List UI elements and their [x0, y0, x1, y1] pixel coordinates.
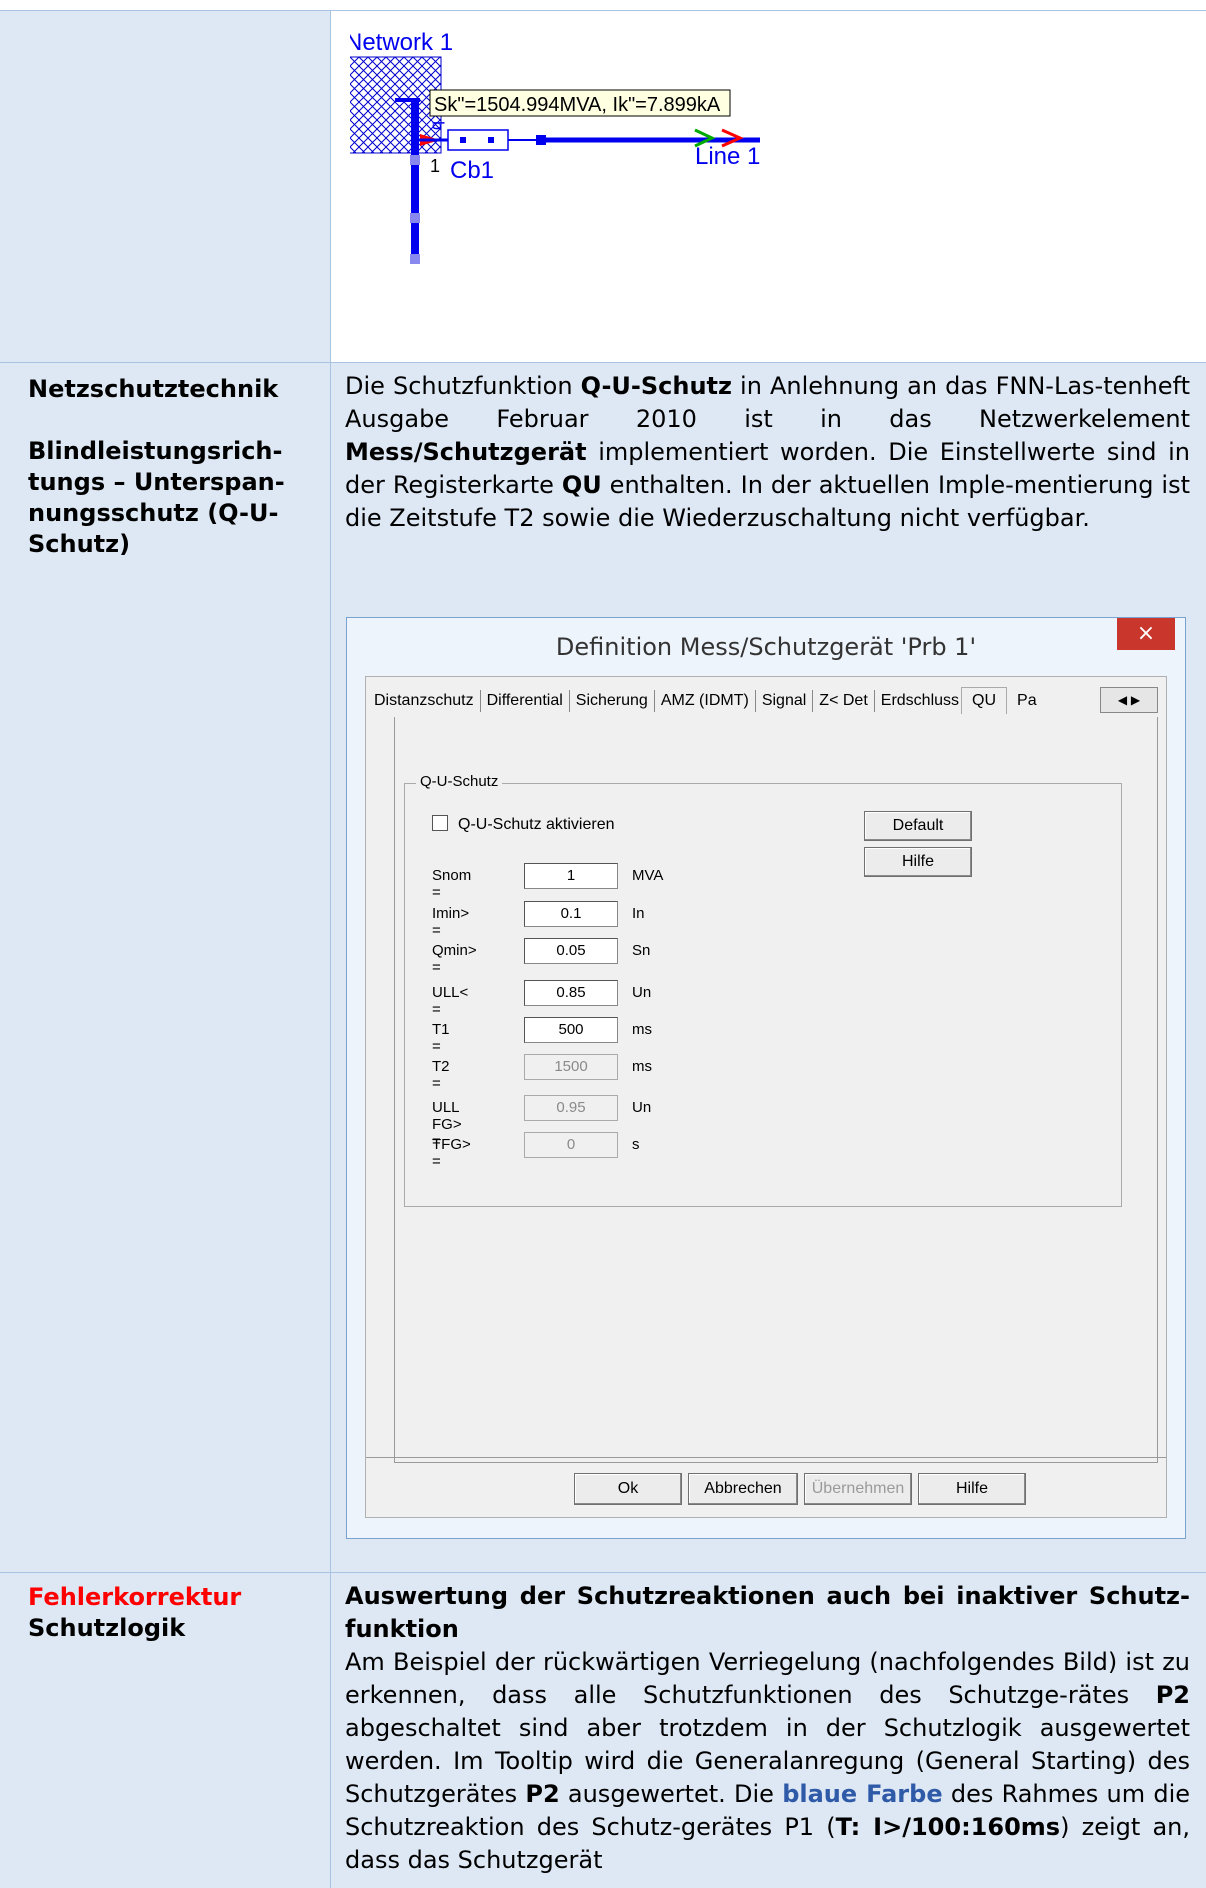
tab-amz[interactable]: AMZ (IDMT) [659, 688, 751, 714]
t2-input: 1500 [524, 1054, 618, 1080]
description-paragraph: Die Schutzfunktion Q-U-Schutz in Anlehnu… [345, 372, 1190, 532]
description-paragraph: Auswertung der Schutzreaktionen auch bei… [345, 1580, 1190, 1877]
ok-button[interactable]: Ok [574, 1473, 682, 1505]
short-circuit-tooltip-text: Sk"=1504.994MVA, Ik"=7.899kA [434, 94, 721, 116]
section-title: Netzschutztechnik Blindleistungsrich- tu… [28, 374, 285, 560]
help-button-bottom[interactable]: Hilfe [918, 1473, 1026, 1505]
term-blaue-farbe: blaue Farbe [782, 1780, 943, 1808]
imin-input[interactable]: 0.1 [524, 901, 618, 927]
tab-strip: Distanzschutz Differential Sicherung AMZ (I… [372, 687, 1039, 717]
t1-input[interactable]: 500 [524, 1017, 618, 1043]
column-divider [330, 363, 331, 1573]
column-divider [330, 11, 331, 363]
section-title: Fehlerkorrektur Schutzlogik [28, 1582, 241, 1644]
dialog-separator [366, 1457, 1166, 1458]
circuit-breaker-cb1[interactable] [447, 129, 509, 151]
group-title: Q-U-Schutz [416, 773, 503, 790]
cb-label: Cb1 [450, 157, 494, 184]
section-title-text: Netzschutztechnik [28, 375, 279, 403]
dialog-window: Definition Mess/Schutzgerät 'Prb 1' × Di… [346, 617, 1186, 1539]
snom-input[interactable]: 1 [524, 863, 618, 889]
default-button[interactable]: Default [864, 811, 972, 841]
paragraph-heading: Auswertung der Schutzreaktionen auch bei… [345, 1582, 1190, 1643]
tab-qu[interactable]: QU [961, 687, 1008, 714]
tfg-input: 0 [524, 1132, 618, 1158]
tab-pa[interactable]: Pa [1015, 688, 1039, 714]
section-subtitle-line: tungs – Unterspan- [28, 468, 285, 496]
tab-z-det[interactable]: Z< Det [817, 688, 869, 714]
tab-scroll-arrows-icon[interactable]: ◀ ▶ [1100, 687, 1158, 713]
checkbox-icon[interactable] [432, 815, 448, 831]
qmin-input[interactable]: 0.05 [524, 938, 618, 964]
activate-checkbox[interactable]: Q-U-Schutz aktivieren [432, 815, 615, 834]
section-subtitle-line: Blindleistungsrich- [28, 437, 283, 465]
term-mess-schutzgeraet: Mess/Schutzgerät [345, 438, 587, 466]
q-u-schutz-group [404, 783, 1122, 1207]
paragraph-body: Am Beispiel der rückwärtigen Verriegelun… [345, 1648, 1191, 1874]
column-divider [330, 1573, 331, 1888]
tab-erdschluss[interactable]: Erdschluss [879, 688, 961, 714]
term-qu: QU [561, 471, 602, 499]
apply-button: Übernehmen [804, 1473, 912, 1505]
dialog-body: Distanzschutz Differential Sicherung AMZ (I… [365, 676, 1167, 1518]
network-label: Network 1 [350, 30, 453, 56]
tab-distanzschutz[interactable]: Distanzschutz [372, 688, 476, 714]
close-icon[interactable]: × [1117, 618, 1175, 650]
ull-input[interactable]: 0.85 [524, 980, 618, 1006]
term-q-u-schutz: Q-U-Schutz [580, 372, 732, 400]
line-label: Line 1 [695, 143, 760, 170]
ull-fg-input: 0.95 [524, 1095, 618, 1121]
cancel-button[interactable]: Abbrechen [688, 1473, 798, 1505]
help-button[interactable]: Hilfe [864, 847, 972, 877]
tab-sicherung[interactable]: Sicherung [574, 688, 650, 714]
network-diagram: Network 1 Sk"=1504.994MVA, Ik"=7.899kA q… [350, 30, 760, 264]
node-label: 1 [430, 156, 440, 176]
section-title-red: Fehlerkorrektur [28, 1583, 242, 1611]
tab-signal[interactable]: Signal [760, 688, 808, 714]
q-label: q [428, 121, 445, 130]
checkbox-label: Q-U-Schutz aktivieren [458, 816, 615, 833]
tab-differential[interactable]: Differential [485, 688, 565, 714]
left-cell [0, 11, 330, 363]
section-subtitle-line: nungsschutz (Q-U- [28, 499, 279, 527]
section-title-text: Schutzlogik [28, 1614, 186, 1642]
section-subtitle-line: Schutz) [28, 530, 131, 558]
dialog-title: Definition Mess/Schutzgerät 'Prb 1' [555, 633, 977, 661]
